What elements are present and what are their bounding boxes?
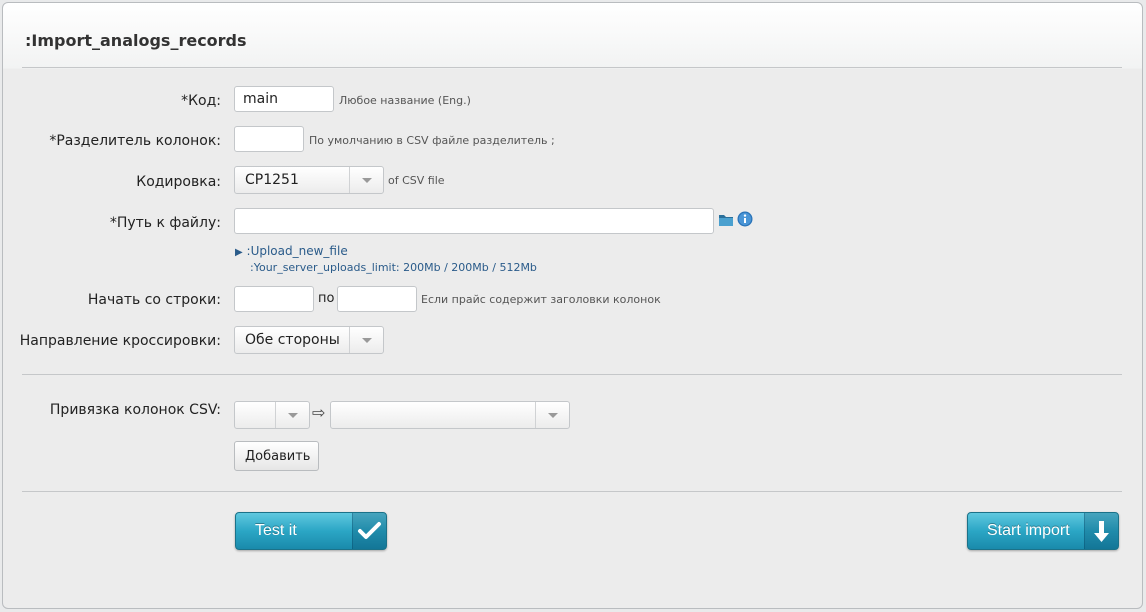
encoding-label: Кодировка: xyxy=(136,174,221,190)
file-path-input[interactable] xyxy=(234,208,714,234)
test-button[interactable]: Test it xyxy=(235,512,387,550)
code-hint: Любое название (Eng.) xyxy=(339,94,471,107)
encoding-hint: of CSV file xyxy=(388,174,445,187)
chevron-down-icon xyxy=(548,413,558,418)
chevron-down-icon xyxy=(362,338,372,343)
checkmark-icon xyxy=(352,513,386,549)
start-import-button[interactable]: Start import xyxy=(967,512,1119,550)
upload-limit: :Your_server_uploads_limit: 200Mb / 200M… xyxy=(250,261,537,274)
csv-column-select[interactable] xyxy=(234,401,310,429)
direction-label: Направление кроссировки: xyxy=(19,333,221,349)
start-row-from-input[interactable] xyxy=(234,286,314,312)
panel-title: :Import_analogs_records xyxy=(25,31,247,50)
target-field-select[interactable] xyxy=(330,401,570,429)
upload-link-text: :Upload_new_file xyxy=(246,244,348,258)
upload-limit-label: :Your_server_uploads_limit: xyxy=(250,261,400,274)
play-icon: ▶ xyxy=(235,247,243,258)
test-button-label: Test it xyxy=(255,522,297,539)
dropdown-arrow xyxy=(535,402,569,428)
start-row-label: Начать со строки: xyxy=(87,292,221,308)
chevron-down-icon xyxy=(288,413,298,418)
file-path-label: *Путь к файлу: xyxy=(109,215,221,231)
info-icon[interactable] xyxy=(737,211,753,227)
start-import-label: Start import xyxy=(987,522,1070,539)
arrow-down-icon xyxy=(1084,513,1118,549)
upload-limit-value: 200Mb / 200Mb / 512Mb xyxy=(403,261,537,274)
code-label: *Код: xyxy=(181,93,221,109)
direction-value: Обе стороны xyxy=(245,332,340,348)
start-row-to-label: по xyxy=(318,291,335,306)
code-input[interactable]: main xyxy=(234,86,334,112)
folder-icon[interactable] xyxy=(718,212,734,226)
encoding-value: CP1251 xyxy=(245,172,299,188)
divider xyxy=(22,67,1122,68)
upload-link[interactable]: ▶ :Upload_new_file xyxy=(235,244,348,258)
dropdown-arrow xyxy=(349,167,383,193)
separator-label: *Разделитель колонок: xyxy=(49,133,221,149)
dropdown-arrow xyxy=(275,402,309,428)
arrow-right-icon: ⇨ xyxy=(312,403,326,422)
add-binding-button[interactable]: Добавить xyxy=(234,441,319,471)
divider xyxy=(22,491,1122,492)
direction-select[interactable]: Обе стороны xyxy=(234,326,384,354)
start-row-hint: Если прайс содержит заголовки колонок xyxy=(421,293,661,306)
start-row-to-input[interactable] xyxy=(337,286,417,312)
separator-hint: По умолчанию в CSV файле разделитель ; xyxy=(309,134,555,147)
column-binding-label: Привязка колонок CSV: xyxy=(49,402,221,418)
encoding-select[interactable]: CP1251 xyxy=(234,166,384,194)
dropdown-arrow xyxy=(349,327,383,353)
divider xyxy=(22,374,1122,375)
chevron-down-icon xyxy=(362,178,372,183)
separator-input[interactable] xyxy=(234,126,304,152)
